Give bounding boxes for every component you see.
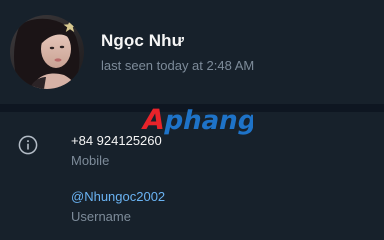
phone-label: Mobile — [71, 153, 110, 168]
username-link[interactable]: @Nhungoc2002 — [71, 189, 165, 204]
profile-name: Ngọc Như — [101, 31, 184, 50]
profile-header: Ngọc Như last seen today at 2:48 AM — [0, 0, 384, 104]
username-label: Username — [71, 209, 131, 224]
avatar[interactable] — [10, 15, 84, 89]
svg-text:phang: phang — [162, 106, 253, 136]
info-icon — [18, 135, 38, 155]
aphang-watermark-logo: A phang — [140, 103, 253, 136]
last-seen-status: last seen today at 2:48 AM — [101, 58, 255, 73]
avatar-photo — [10, 15, 84, 89]
